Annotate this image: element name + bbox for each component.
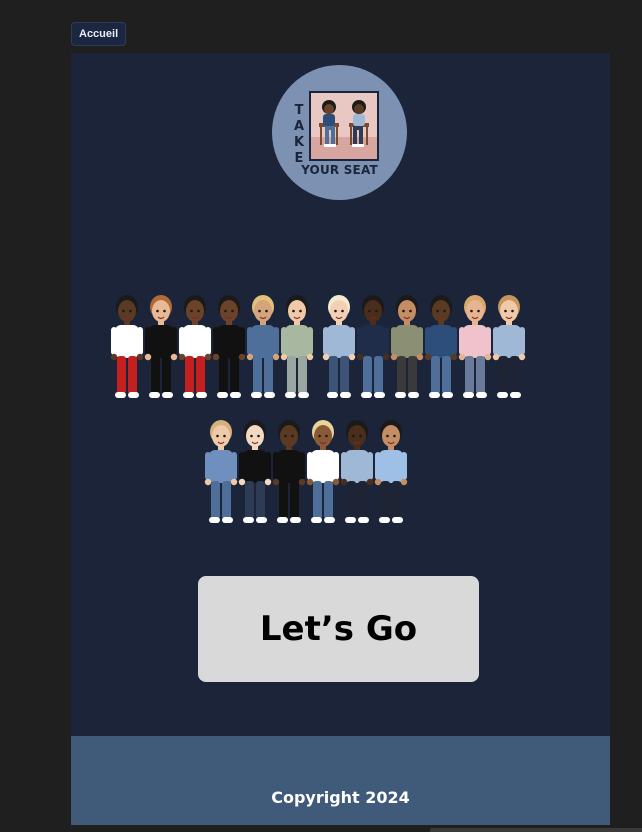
character-figure xyxy=(374,420,408,523)
character-figure xyxy=(306,420,340,523)
characters-group-row-1 xyxy=(71,290,610,408)
window-scrollbar[interactable] xyxy=(430,828,642,832)
character-figure xyxy=(110,295,144,398)
character-figure xyxy=(280,295,314,398)
character-figure xyxy=(144,295,178,398)
character-figure xyxy=(458,295,492,398)
character-figure xyxy=(212,295,246,398)
character-figure xyxy=(204,420,238,523)
logo-illustration-svg xyxy=(311,93,377,159)
character-figure xyxy=(322,295,356,398)
lets-go-button[interactable]: Let’s Go xyxy=(198,576,479,682)
character-figure xyxy=(272,420,306,523)
character-figure xyxy=(238,420,272,523)
character-figure xyxy=(356,295,390,398)
character-figure xyxy=(340,420,374,523)
logo-word-take: TAKE xyxy=(293,103,305,166)
logo-tagline: YOUR SEAT xyxy=(301,163,378,177)
characters-group-row-2 xyxy=(71,415,610,533)
take-your-seat-logo: TAKE YOUR SEAT xyxy=(272,65,407,200)
bitmoji-group-illustration-icon xyxy=(110,295,526,398)
character-figure xyxy=(492,295,526,398)
character-figure xyxy=(178,295,212,398)
character-figure xyxy=(390,295,424,398)
bitmoji-group-illustration-icon-2 xyxy=(204,420,408,523)
character-figure xyxy=(424,295,458,398)
two-characters-seated-icon xyxy=(309,91,379,161)
character-figure xyxy=(246,295,280,398)
copyright-text: Copyright 2024 xyxy=(271,788,410,807)
home-button[interactable]: Accueil xyxy=(71,22,127,46)
app-frame: TAKE YOUR SEAT Let’s Go Copyright 2024 xyxy=(71,53,610,825)
footer: Copyright 2024 xyxy=(71,736,610,825)
